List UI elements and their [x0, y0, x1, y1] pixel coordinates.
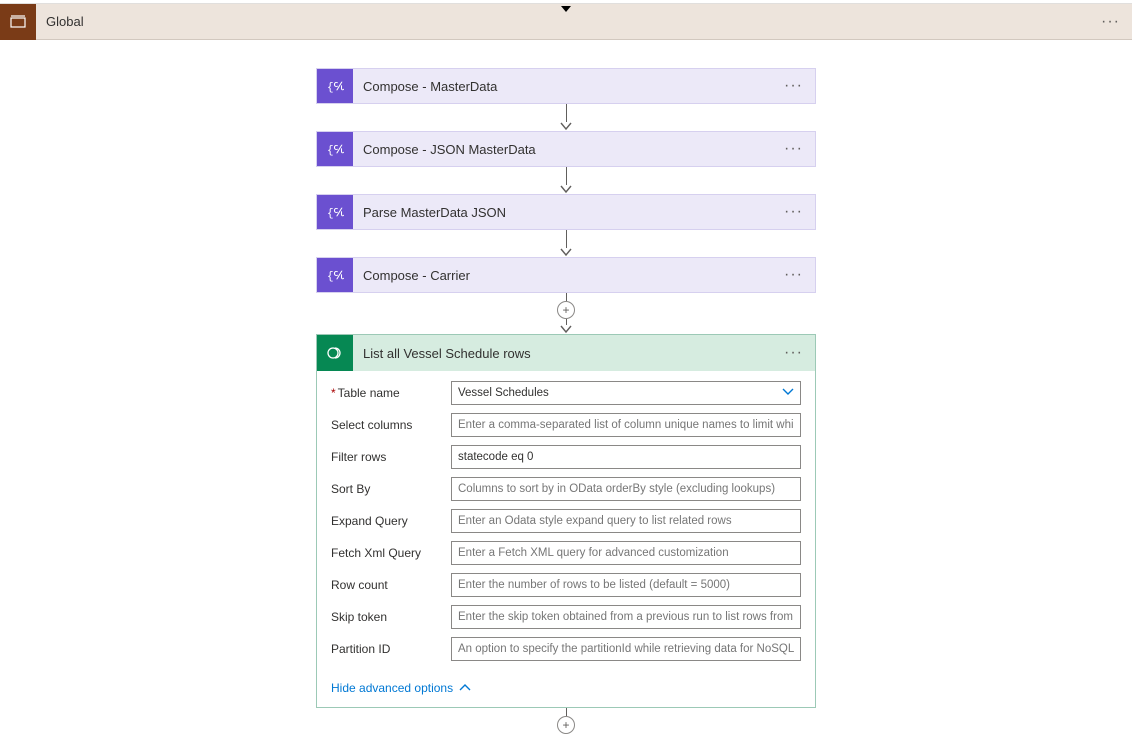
action-title: List all Vessel Schedule rows — [353, 346, 815, 361]
field-label: Row count — [331, 578, 451, 592]
hide-advanced-options-toggle[interactable]: Hide advanced options — [317, 673, 815, 707]
action-header[interactable]: List all Vessel Schedule rows ··· — [317, 335, 815, 371]
compose-icon: {℆} — [317, 132, 353, 166]
svg-text:{℆}: {℆} — [327, 81, 344, 93]
chevron-down-icon — [782, 387, 794, 399]
fetch-xml-input[interactable] — [451, 541, 801, 565]
field-partition-id: Partition ID — [331, 637, 801, 661]
dataverse-icon — [317, 335, 353, 371]
select-columns-input[interactable] — [451, 413, 801, 437]
skip-token-input[interactable] — [451, 605, 801, 629]
field-skip-token: Skip token — [331, 605, 801, 629]
field-label: Filter rows — [331, 450, 451, 464]
table-name-select[interactable]: Vessel Schedules — [451, 381, 801, 405]
field-row-count: Row count — [331, 573, 801, 597]
incoming-arrow-head — [559, 3, 573, 17]
svg-text:{℆}: {℆} — [327, 207, 344, 219]
field-label: Select columns — [331, 418, 451, 432]
action-more-menu[interactable]: ··· — [784, 132, 803, 166]
select-value: Vessel Schedules — [458, 387, 549, 399]
compose-icon: {℆} — [317, 69, 353, 103]
add-step-button[interactable]: + — [557, 301, 575, 319]
connector-arrow — [316, 104, 816, 131]
action-compose-masterdata[interactable]: {℆} Compose - MasterData ··· — [316, 68, 816, 104]
row-count-input[interactable] — [451, 573, 801, 597]
connector-arrow: + — [316, 293, 816, 334]
compose-icon: {℆} — [317, 258, 353, 292]
action-parse-masterdata-json[interactable]: {℆} Parse MasterData JSON ··· — [316, 194, 816, 230]
action-title: Parse MasterData JSON — [353, 205, 815, 220]
connector-arrow: + — [316, 708, 816, 734]
field-label: Skip token — [331, 610, 451, 624]
partition-id-input[interactable] — [451, 637, 801, 661]
action-title: Compose - MasterData — [353, 79, 815, 94]
action-more-menu[interactable]: ··· — [784, 69, 803, 103]
add-step-button[interactable]: + — [557, 716, 575, 734]
field-label: *Table name — [331, 386, 451, 400]
field-expand-query: Expand Query — [331, 509, 801, 533]
scope-more-menu[interactable]: ··· — [1101, 4, 1120, 40]
action-more-menu[interactable]: ··· — [784, 195, 803, 229]
action-compose-json-masterdata[interactable]: {℆} Compose - JSON MasterData ··· — [316, 131, 816, 167]
toggle-label: Hide advanced options — [331, 681, 453, 695]
field-sort-by: Sort By — [331, 477, 801, 501]
compose-icon: {℆} — [317, 195, 353, 229]
field-filter-rows: Filter rows — [331, 445, 801, 469]
action-more-menu[interactable]: ··· — [784, 258, 803, 292]
scope-bar-global[interactable]: Global ··· — [0, 4, 1132, 40]
svg-text:{℆}: {℆} — [327, 270, 344, 282]
field-label: Fetch Xml Query — [331, 546, 451, 560]
field-table-name: *Table name Vessel Schedules — [331, 381, 801, 405]
field-label: Expand Query — [331, 514, 451, 528]
action-compose-carrier[interactable]: {℆} Compose - Carrier ··· — [316, 257, 816, 293]
field-label: Partition ID — [331, 642, 451, 656]
action-body: *Table name Vessel Schedules Select colu… — [317, 371, 815, 673]
field-select-columns: Select columns — [331, 413, 801, 437]
scope-label: Global — [36, 14, 94, 29]
flow-column: {℆} Compose - MasterData ··· {℆} Compose… — [316, 68, 816, 734]
field-fetch-xml: Fetch Xml Query — [331, 541, 801, 565]
field-label: Sort By — [331, 482, 451, 496]
expand-query-input[interactable] — [451, 509, 801, 533]
action-title: Compose - JSON MasterData — [353, 142, 815, 157]
action-list-vessel-schedule-rows: List all Vessel Schedule rows ··· *Table… — [316, 334, 816, 708]
action-more-menu[interactable]: ··· — [784, 335, 803, 371]
filter-rows-input[interactable] — [451, 445, 801, 469]
action-title: Compose - Carrier — [353, 268, 815, 283]
connector-arrow — [316, 167, 816, 194]
svg-text:{℆}: {℆} — [327, 144, 344, 156]
sort-by-input[interactable] — [451, 477, 801, 501]
connector-arrow — [316, 230, 816, 257]
scope-icon — [0, 4, 36, 40]
chevron-up-icon — [459, 681, 471, 695]
